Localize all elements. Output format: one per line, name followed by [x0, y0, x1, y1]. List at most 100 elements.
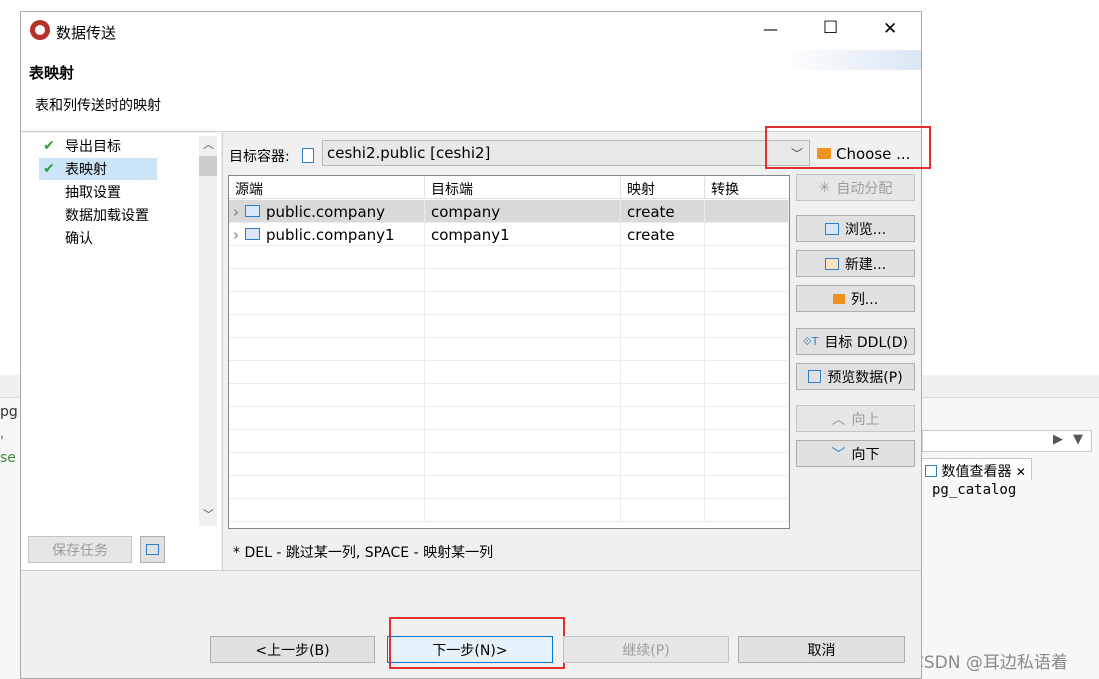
new-label: 新建... — [844, 256, 887, 273]
nav-item[interactable]: ✔ 导出目标 — [39, 135, 157, 157]
column-header-mapping[interactable]: 映射 — [621, 176, 705, 199]
table-cell-transform — [705, 315, 789, 338]
move-down-label: 向下 — [851, 446, 880, 463]
new-button[interactable]: 新建... — [796, 250, 915, 277]
table-cell-mapping — [621, 499, 705, 522]
table-cell-source — [229, 361, 425, 384]
table-icon — [245, 205, 260, 217]
tab-value-viewer[interactable]: 数值查看器 ✕ — [920, 458, 1032, 480]
preview-data-button[interactable]: 预览数据(P) — [796, 363, 915, 390]
window-title: 数据传送 — [56, 24, 117, 42]
table-cell-transform — [705, 430, 789, 453]
close-icon[interactable]: ✕ — [1016, 465, 1026, 479]
nav-item-label: 导出目标 — [65, 139, 121, 155]
sparkle-icon: ✳ — [818, 179, 831, 196]
nav-item-label: 抽取设置 — [65, 185, 121, 201]
table-cell-target — [425, 407, 621, 430]
table-cell-target — [425, 315, 621, 338]
table-cell-transform — [705, 200, 789, 223]
expand-arrow-icon[interactable]: › — [233, 203, 245, 221]
back-button[interactable]: <上一步(B) — [210, 636, 375, 663]
table-cell-source — [229, 338, 425, 361]
bg-catalog-text: pg_catalog — [932, 482, 1017, 498]
table-cell-source — [229, 246, 425, 269]
close-button[interactable]: ✕ — [883, 19, 897, 39]
nav-item[interactable]: ✔ 表映射 — [39, 158, 157, 180]
maximize-button[interactable]: ☐ — [823, 18, 838, 38]
table-cell-mapping — [621, 407, 705, 430]
table-cell-mapping: create — [621, 223, 705, 246]
task-config-button[interactable] — [140, 536, 165, 563]
table-cell-target — [425, 338, 621, 361]
continue-button[interactable]: 继续(P) — [563, 636, 729, 663]
table-cell-transform — [705, 476, 789, 499]
check-icon: ✔ — [43, 161, 55, 177]
table-row-empty — [229, 476, 789, 499]
table-cell-transform — [705, 453, 789, 476]
table-icon — [824, 222, 839, 235]
nav-item[interactable]: 抽取设置 — [39, 181, 157, 203]
columns-button[interactable]: 列... — [796, 285, 915, 312]
table-cell-transform — [705, 499, 789, 522]
nav-scrollbar[interactable]: ︿ ﹀ — [199, 136, 217, 526]
target-ddl-button[interactable]: ⟐T 目标 DDL(D) — [796, 328, 915, 355]
table-cell-target — [425, 430, 621, 453]
bg-left-pg: pg — [0, 404, 18, 420]
table-cell-source — [229, 499, 425, 522]
save-task-button[interactable]: 保存任务 — [28, 536, 132, 563]
new-table-icon — [824, 257, 839, 270]
table-cell-mapping — [621, 453, 705, 476]
table-cell-source — [229, 269, 425, 292]
table-cell-source — [229, 453, 425, 476]
table-cell-source: › public.company — [229, 200, 425, 223]
minimize-button[interactable]: — — [763, 20, 778, 38]
chevron-up-icon[interactable]: ︿ — [203, 136, 214, 152]
cancel-button[interactable]: 取消 — [738, 636, 905, 663]
table-row-empty — [229, 246, 789, 269]
column-header-transform[interactable]: 转换 — [705, 176, 789, 199]
scrollbar-thumb[interactable] — [199, 156, 217, 176]
table-cell-transform — [705, 246, 789, 269]
target-container-value: ceshi2.public [ceshi2] — [327, 144, 491, 162]
move-up-button[interactable]: ︿ 向上 — [796, 405, 915, 432]
nav-item[interactable]: 确认 — [39, 227, 157, 249]
auto-assign-label: 自动分配 — [836, 180, 893, 197]
app-logo-icon — [30, 20, 50, 40]
table-cell-mapping — [621, 430, 705, 453]
tab-value-viewer-label: 数值查看器 — [941, 464, 1012, 480]
bg-combo[interactable]: ▶ ▼ — [922, 430, 1092, 452]
mapping-table: 源端 目标端 映射 转换 › public.company company creat… — [228, 175, 790, 529]
browse-button[interactable]: 浏览... — [796, 215, 915, 242]
table-row-empty — [229, 384, 789, 407]
table-row[interactable]: › public.company1 company1 create — [229, 223, 789, 246]
table-cell-target — [425, 246, 621, 269]
check-icon: ✔ — [43, 138, 55, 154]
data-transfer-dialog: 数据传送 — ☐ ✕ 表映射 表和列传送时的映射 ✔ 导出目标 ✔ 表映射 抽取设置 数据… — [20, 11, 931, 679]
auto-assign-button[interactable]: ✳ 自动分配 — [796, 174, 915, 201]
target-container-label: 目标容器: — [229, 149, 290, 165]
nav-item-label: 确认 — [65, 231, 93, 247]
nav-item-label: 数据加载设置 — [65, 208, 149, 224]
table-cell-target — [425, 476, 621, 499]
column-header-target[interactable]: 目标端 — [425, 176, 621, 199]
table-row-empty — [229, 315, 789, 338]
table-cell-source — [229, 407, 425, 430]
table-row-empty — [229, 453, 789, 476]
table-cell-transform — [705, 384, 789, 407]
move-down-button[interactable]: ﹀ 向下 — [796, 440, 915, 467]
table-cell-target — [425, 384, 621, 407]
nav-item[interactable]: 数据加载设置 — [39, 204, 157, 226]
target-container-combo[interactable]: ceshi2.public [ceshi2] ﹀ — [322, 140, 810, 166]
table-row-empty — [229, 499, 789, 522]
expand-arrow-icon[interactable]: › — [233, 226, 245, 244]
table-row[interactable]: › public.company company create — [229, 200, 789, 223]
chevron-up-icon: ︿ — [831, 411, 846, 428]
watermark: CSDN @耳边私语着 — [912, 653, 1068, 673]
table-cell-transform — [705, 292, 789, 315]
keyboard-hint: * DEL - 跳过某一列, SPACE - 映射某一列 — [233, 545, 494, 561]
column-header-source[interactable]: 源端 — [229, 176, 425, 199]
table-cell-target: company1 — [425, 223, 621, 246]
chevron-down-icon[interactable]: ﹀ — [203, 506, 214, 522]
table-cell-target — [425, 361, 621, 384]
table-cell-target — [425, 453, 621, 476]
